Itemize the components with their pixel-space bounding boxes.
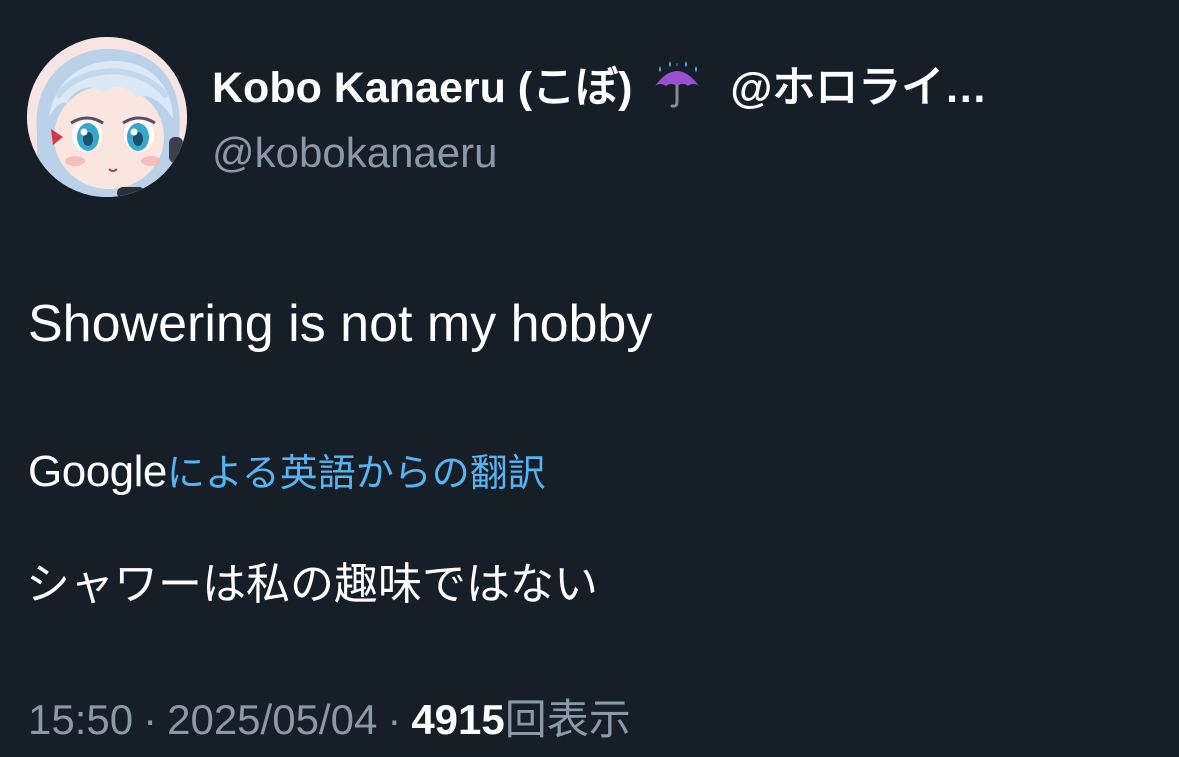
umbrella-with-rain-icon: [650, 60, 704, 110]
author-display-name[interactable]: Kobo Kanaeru (こぼ): [212, 64, 632, 112]
author-handle[interactable]: @kobokanaeru: [212, 127, 498, 179]
translation-attribution-link[interactable]: による英語からの翻訳: [167, 453, 546, 495]
tweet-date[interactable]: 2025/05/04: [167, 696, 377, 743]
translated-text: シャワーは私の趣味ではない: [26, 560, 598, 609]
translation-attribution[interactable]: Googleによる英語からの翻訳: [28, 444, 546, 502]
author-display-name-row[interactable]: Kobo Kanaeru (こぼ) @ホロライ…: [212, 60, 987, 116]
views-count[interactable]: 4915: [411, 696, 504, 743]
tweet-meta: 15:50 · 2025/05/04 · 4915回表示: [28, 692, 631, 748]
author-affiliation: @ホロライ…: [730, 64, 988, 112]
tweet-time[interactable]: 15:50: [28, 696, 133, 743]
tweet-text: Showering is not my hobby: [28, 295, 653, 353]
meta-separator: ·: [143, 696, 158, 743]
avatar[interactable]: [27, 37, 187, 197]
avatar-image: [27, 37, 187, 197]
views-label: 回表示: [504, 696, 631, 743]
meta-separator: ·: [387, 696, 402, 743]
google-logo: Google: [28, 447, 167, 496]
tweet-card: Kobo Kanaeru (こぼ) @ホロライ… @kobokanaeru Sh…: [0, 0, 1179, 757]
